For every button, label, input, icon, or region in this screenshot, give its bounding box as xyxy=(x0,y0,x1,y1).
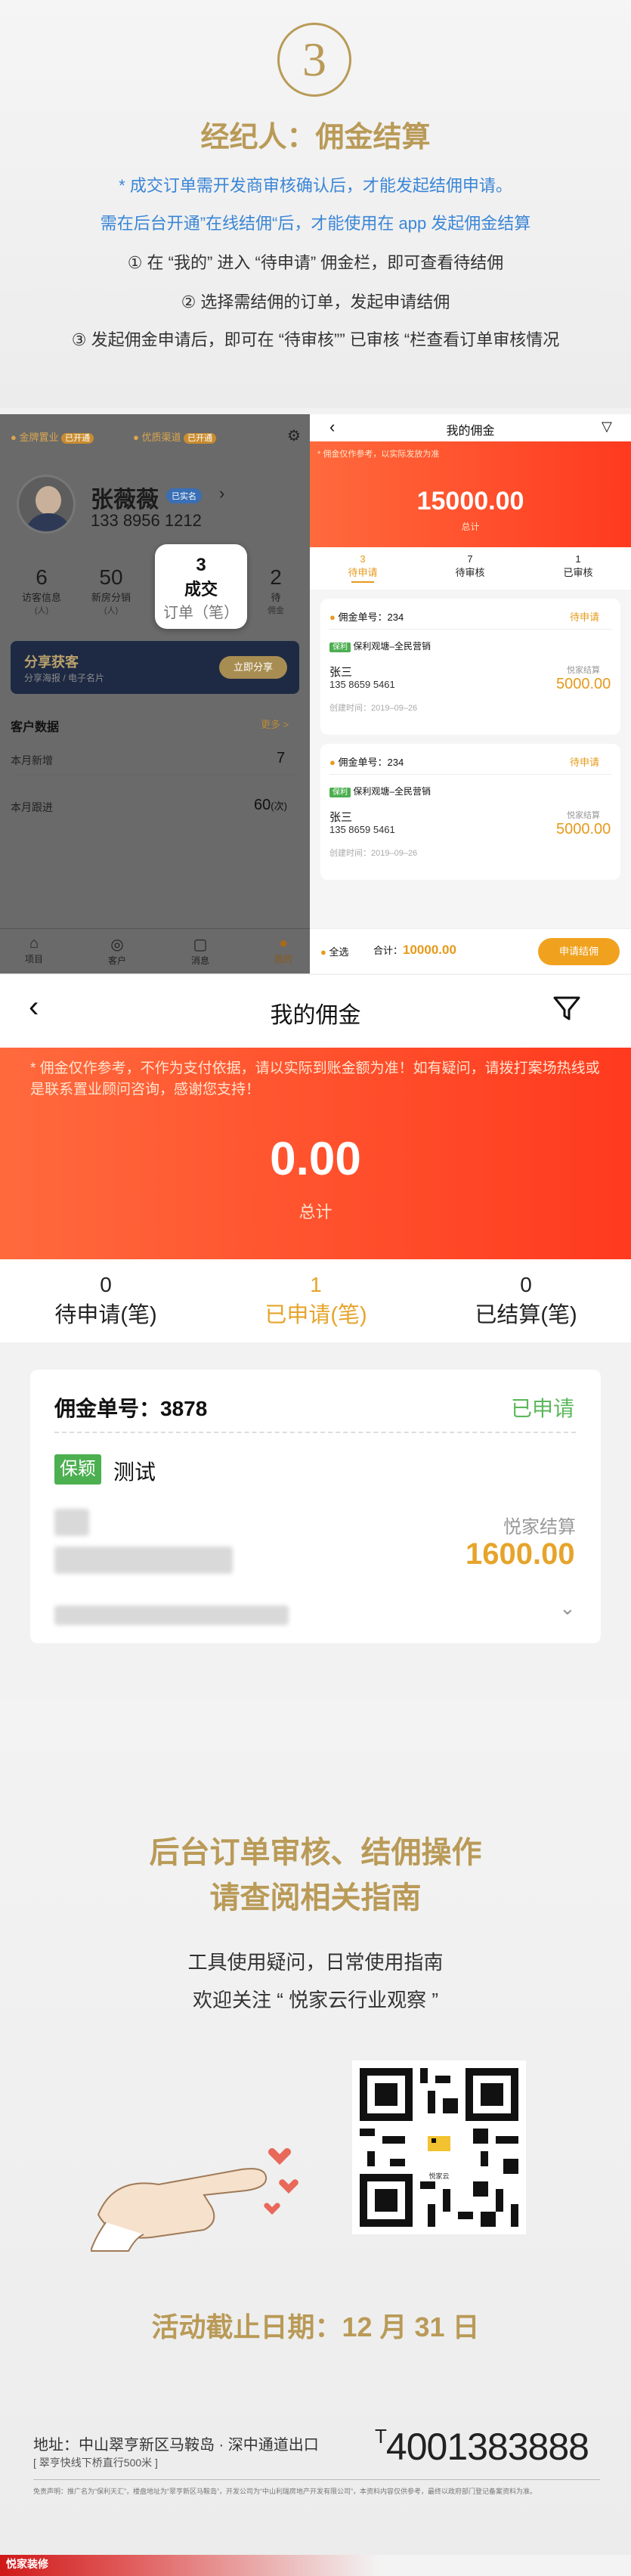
disclaimer: 免责声明：推广名为“保利天汇”，楼盘地址为“翠亨新区马鞍岛”，开发公司为“中山利… xyxy=(33,2488,537,2495)
commission-item[interactable]: ● 佣金单号：234 待申请 保利 保利观塘–全民营销 张三 135 8659 … xyxy=(320,744,620,880)
disclaimer-notice: * 佣金仅作参考，不作为支付依据，请以实际到账金额为准！如有疑问，请拨打案场热线… xyxy=(30,1060,600,1098)
month-new-label: 本月新增 xyxy=(11,754,53,766)
bottom-tab-bar: ⌂ 项目 ◎ 客户 ▢ 消息 ● 我的 xyxy=(0,928,310,974)
tab-reviewed[interactable]: 1 已审核 xyxy=(540,553,616,579)
tab-pending-apply[interactable]: 3 待申请 xyxy=(325,553,401,583)
amount-banner: * 佣金仅作参考，不作为支付依据，请以实际到账金额为准！如有疑问，请拨打案场热线… xyxy=(0,1048,631,1259)
verified-tag: 已实名 xyxy=(166,488,202,503)
intro-section: 3 经纪人：佣金结算 * 成交订单需开发商审核确认后，才能发起结佣申请。 需在后… xyxy=(0,0,631,408)
customer-data-heading: 客户数据 xyxy=(11,721,60,734)
month-new-value: 7 xyxy=(277,750,286,766)
tab-settled[interactable]: 0 已结算(笔) xyxy=(450,1273,602,1329)
redacted-date xyxy=(54,1605,289,1625)
amount-banner: * 佣金仅作参考，以实际发放为准 15000.00 总计 xyxy=(310,441,631,547)
user-icon: ● xyxy=(278,935,289,952)
chevron-down-icon[interactable]: ⌄ xyxy=(559,1596,576,1620)
note-line-2: 需在后台开通”在线结佣“后，才能使用在 app 发起佣金结算 xyxy=(100,214,531,233)
chevron-right-icon[interactable]: › xyxy=(219,484,224,503)
tab-under-review[interactable]: 7 待审核 xyxy=(432,553,508,579)
footer-section: 后台订单审核、结佣操作 请查阅相关指南 工具使用疑问，日常使用指南 欢迎关注 “… xyxy=(0,1701,631,2576)
share-now-button[interactable]: 立即分享 xyxy=(219,656,287,679)
more-link[interactable]: 更多 > xyxy=(261,717,289,731)
guide-sub-2: 欢迎关注 “ 悦家云行业观察 ” xyxy=(193,1989,438,2011)
settlement-label: 悦家结算 xyxy=(503,1517,576,1537)
check-circle-icon: ● xyxy=(320,946,326,958)
deadline: 活动截止日期：12 月 31 日 xyxy=(151,2311,480,2342)
tab-applied[interactable]: 1 已申请(笔) xyxy=(240,1273,391,1329)
guide-sub-1: 工具使用疑问，日常使用指南 xyxy=(187,1951,444,1974)
redacted-client-name xyxy=(54,1509,89,1536)
commission-card[interactable]: 佣金单号：3878 已申请 保颖 测试 悦家结算 1600.00 ⌄ xyxy=(30,1370,601,1643)
total-label: 总计 xyxy=(298,1203,333,1221)
screen-title: 我的佣金 xyxy=(446,425,495,438)
right-phone-screenshot: ‹ 我的佣金 ▽ * 佣金仅作参考，以实际发放为准 15000.00 总计 3待… xyxy=(310,414,631,974)
month-follow-value: 60(次) xyxy=(254,797,287,813)
step-number-circle: 3 xyxy=(277,23,351,97)
left-phone-screenshot: ● 金牌置业 已开通 ● 优质渠道 已开通 ⚙ 张薇薇 已实名 › 133 89… xyxy=(0,414,310,974)
home-icon: ⌂ xyxy=(29,935,39,952)
status-tabs: 3 待申请 7 待审核 1 已审核 xyxy=(310,547,631,590)
medal-icon: ● xyxy=(133,432,139,443)
commission-screen: ‹ 我的佣金 * 佣金仅作参考，不作为支付依据，请以实际到账金额为准！如有疑问，… xyxy=(0,975,631,1701)
medal-icon: ● xyxy=(11,432,17,443)
order-number: 佣金单号：3878 xyxy=(54,1397,208,1420)
settlement-bar: ● 全选 合计：10000.00 申请结佣 xyxy=(310,928,631,974)
qr-code: 悦家云 xyxy=(352,2060,526,2234)
tab-messages[interactable]: ▢ 消息 xyxy=(181,935,219,967)
developer-tag: 保颖 xyxy=(54,1454,101,1485)
customers-icon: ◎ xyxy=(110,937,124,953)
address-sub: [ 翠亨快线下桥直行500米 ] xyxy=(33,2457,158,2469)
tab-mine[interactable]: ● 我的 xyxy=(264,935,302,965)
section-title: 经纪人：佣金结算 xyxy=(200,122,431,153)
guide-heading-2: 请查阅相关指南 xyxy=(209,1881,422,1915)
stat-pending[interactable]: 2 待 佣金 xyxy=(257,565,295,616)
channel-badge: ● 优质渠道 已开通 xyxy=(133,429,217,444)
page-title: 我的佣金 xyxy=(270,1003,361,1028)
filter-icon[interactable] xyxy=(550,992,583,1029)
note-line-1: * 成交订单需开发商审核确认后，才能发起结佣申请。 xyxy=(119,176,512,195)
check-circle-icon: ● xyxy=(329,757,336,768)
stat-visitors[interactable]: 6 访客信息 (人) xyxy=(15,565,68,616)
project-name: 测试 xyxy=(113,1460,156,1484)
status-badge: 已申请 xyxy=(511,1397,575,1420)
total-amount: 15000.00 xyxy=(416,487,524,516)
redacted-client-phone xyxy=(54,1547,233,1574)
stat-deals-highlight[interactable]: 3 成交 订单（笔） xyxy=(155,544,247,629)
gold-badge: ● 金牌置业 已开通 xyxy=(11,429,94,444)
step-line-1: ① 在 “我的” 进入 “待申请” 佣金栏，即可查看待结佣 xyxy=(127,253,504,272)
step-line-2: ② 选择需结佣的订单，发起申请结佣 xyxy=(181,293,450,311)
avatar[interactable] xyxy=(17,475,76,534)
tab-projects[interactable]: ⌂ 项目 xyxy=(15,935,53,965)
share-banner[interactable]: 分享获客 分享海报 / 电子名片 立即分享 xyxy=(11,641,299,694)
address: 地址：中山翠亨新区马鞍岛 · 深中通道出口 xyxy=(33,2437,319,2454)
user-phone: 133 8956 1212 xyxy=(91,511,202,530)
month-follow-label: 本月跟进 xyxy=(11,801,53,813)
total-amount: 0.00 xyxy=(270,1133,361,1185)
tab-customers[interactable]: ◎ 客户 xyxy=(98,935,136,967)
apply-settlement-button[interactable]: 申请结佣 xyxy=(538,938,620,965)
tab-pending-apply[interactable]: 0 待申请(笔) xyxy=(30,1273,181,1329)
commission-item[interactable]: ● 佣金单号：234 待申请 保利 保利观塘–全民营销 张三 135 8659 … xyxy=(320,599,620,735)
watermark-logo: 悦家装修 xyxy=(6,2558,48,2570)
select-all-checkbox[interactable]: ● 全选 xyxy=(320,944,349,958)
settings-gear-icon[interactable]: ⚙ xyxy=(287,426,301,445)
guide-heading-1: 后台订单审核、结佣操作 xyxy=(149,1836,482,1869)
check-circle-icon: ● xyxy=(329,611,336,623)
filter-icon[interactable]: ▽ xyxy=(602,419,612,435)
settlement-amount: 1600.00 xyxy=(466,1537,575,1571)
stats-row: 6 访客信息 (人) 50 新房分销 (人) 3 成交 订单（笔） 2 待 佣金 xyxy=(0,544,310,633)
stat-distribution[interactable]: 50 新房分销 (人) xyxy=(85,565,138,616)
pointing-hand-icon xyxy=(89,2124,310,2256)
step-line-3: ③ 发起佣金申请后，即可在 “待审核”” 已审核 “栏查看订单审核情况 xyxy=(71,330,560,349)
message-icon: ▢ xyxy=(193,937,208,953)
status-tabs: 0 待申请(笔) 1 已申请(笔) 0 已结算(笔) xyxy=(0,1259,631,1342)
hotline: T4001383888 xyxy=(375,2425,589,2468)
user-name: 张薇薇 xyxy=(91,488,159,512)
